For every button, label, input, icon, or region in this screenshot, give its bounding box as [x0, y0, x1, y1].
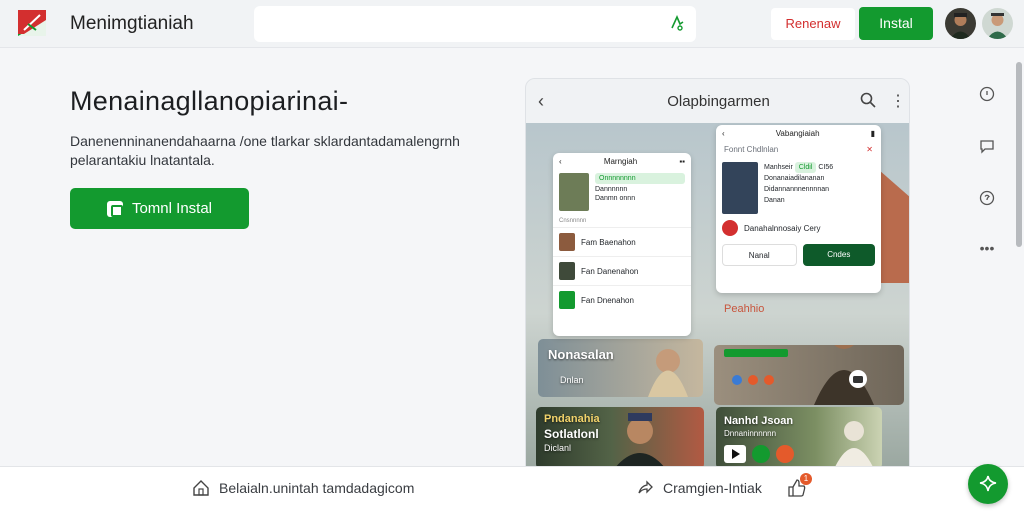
- preview-title: Olapbingarmen: [667, 93, 770, 110]
- chat-list-title: Marngiah: [603, 157, 638, 166]
- featured-tag: Onnnnnnnn: [595, 173, 685, 184]
- reaction-icons: [732, 375, 774, 385]
- chat-icon[interactable]: [979, 138, 995, 154]
- signin-button[interactable]: Renenaw: [771, 8, 855, 40]
- featured-row[interactable]: Onnnnnnnn Dannnnnn Danmn onnn: [553, 171, 691, 215]
- battery-icon: ▮: [870, 129, 875, 138]
- bottom-left-label: Belaialn.unintah tamdadagicom: [219, 480, 415, 496]
- page-title: Menainagllanopiarinai-: [70, 86, 349, 116]
- top-bar: Menimgtianiah Renenaw Instal: [0, 0, 1024, 48]
- primary-button[interactable]: Cndes: [802, 244, 875, 266]
- brand-name[interactable]: Menimgtianiah: [70, 13, 194, 35]
- video-tile-left-top[interactable]: Nonasalan Dnlan: [538, 339, 703, 397]
- bottom-right-label: Cramgien-Intiak: [663, 480, 762, 496]
- tile-line-2b: Dnnaninnnnnn: [724, 429, 777, 438]
- profile-line-1: Donanaiadilananan: [764, 175, 825, 182]
- signal-icon: ▪▪: [679, 157, 685, 166]
- app-preview: ‹ Olapbingarmen ⋮ Nonasalan Dnlan Pndana…: [525, 78, 910, 468]
- featured-line-2: Dannnnnn: [595, 186, 628, 193]
- like-icon[interactable]: [776, 445, 794, 463]
- install-button[interactable]: Instal: [859, 7, 933, 40]
- profile-name: Manhseir: [764, 164, 793, 171]
- avatar-secondary[interactable]: [982, 8, 1013, 39]
- avatar[interactable]: [945, 8, 976, 39]
- bottom-bar: Belaialn.unintah tamdadagicom Cramgien-I…: [0, 466, 1024, 512]
- info-icon[interactable]: [979, 86, 995, 102]
- tile-title: Nonasalan: [548, 347, 614, 362]
- profile-card: ‹ Vabangiaiah ▮ Fonnt Chdlnlan ✕ Manhsei…: [716, 125, 881, 293]
- right-rail: •••: [962, 62, 1012, 462]
- home-icon: [193, 480, 209, 496]
- camera-icon[interactable]: [848, 369, 868, 389]
- hero-install-button[interactable]: Tomnl Instal: [70, 188, 249, 229]
- search-icon[interactable]: [860, 92, 876, 108]
- notice-text: Danahalnnosaiy Cery: [744, 223, 821, 233]
- featured-thumbnail: [559, 173, 589, 211]
- notification-button[interactable]: 1: [786, 473, 812, 499]
- profile-back-icon[interactable]: ‹: [722, 129, 725, 139]
- featured-line-3: Danmn onnn: [595, 195, 636, 202]
- tile-label: Peahhio: [724, 303, 765, 315]
- sparkle-icon: [979, 475, 997, 492]
- notice-row[interactable]: Danahalnnosaiy Cery: [716, 216, 881, 240]
- search-input[interactable]: [254, 6, 696, 42]
- profile-row[interactable]: Manhseir Cldil CI56 Donanaiadilananan Di…: [716, 156, 881, 216]
- bottom-link-right[interactable]: Cramgien-Intiak: [636, 479, 762, 497]
- video-tile-left-bottom[interactable]: Pndanahia Sotlatlonl Diclanl: [536, 407, 704, 467]
- profile-line-3: Danan: [764, 197, 785, 204]
- bottom-link-left[interactable]: Belaialn.unintah tamdadagicom: [192, 479, 414, 497]
- tile-line-3: Diclanl: [544, 443, 572, 453]
- notification-badge: 1: [800, 473, 812, 485]
- section-label: Cnsnnnnn: [559, 218, 587, 224]
- chat-list-card: ‹ Marngiah ▪▪ Onnnnnnnn Dannnnnn Danmn o…: [553, 153, 691, 336]
- floating-action-button[interactable]: [968, 464, 1008, 504]
- more-vertical-icon[interactable]: ⋮: [890, 91, 906, 111]
- row-thumbnail: [559, 233, 575, 251]
- video-tile-right-mid[interactable]: [714, 345, 904, 405]
- list-item[interactable]: Fan Danenahon: [553, 256, 691, 285]
- profile-meta: CI56: [818, 164, 834, 171]
- preview-header: ‹ Olapbingarmen ⋮: [526, 79, 909, 123]
- install-app-icon: [106, 200, 123, 217]
- tile-controls: [724, 445, 794, 463]
- hero-button-label: Tomnl Instal: [131, 200, 213, 217]
- voice-search-icon[interactable]: [668, 14, 686, 32]
- tile-line-1: Pndanahia: [544, 413, 600, 425]
- hero-description: Danenenninanendahaarna /one tlarkar skla…: [70, 133, 460, 168]
- share-arrow-icon: [638, 480, 653, 494]
- list-item[interactable]: Fam Baenahon: [553, 227, 691, 256]
- tile-line-1b: Nanhd Jsoan: [724, 415, 794, 427]
- play-icon[interactable]: [724, 445, 746, 463]
- flag-logo-icon[interactable]: [18, 10, 46, 36]
- share-icon[interactable]: [752, 445, 770, 463]
- close-icon[interactable]: ✕: [866, 145, 873, 154]
- help-icon[interactable]: [979, 190, 995, 206]
- profile-tag: Cldil: [794, 162, 817, 173]
- row-thumbnail: [559, 291, 575, 309]
- list-item[interactable]: Fan Dnenahon: [553, 285, 691, 314]
- progress-bar: [724, 349, 788, 357]
- more-horizontal-icon[interactable]: •••: [979, 240, 995, 256]
- scrollbar[interactable]: [1016, 62, 1022, 247]
- tile-subtitle: Dnlan: [560, 375, 584, 385]
- profile-subtitle: Fonnt Chdlnlan: [724, 145, 779, 154]
- chat-list-back-icon[interactable]: ‹: [559, 157, 562, 167]
- row-label: Fam Baenahon: [581, 237, 636, 247]
- tile-line-2: Sotlatlonl: [544, 427, 599, 441]
- row-label: Fan Dnenahon: [581, 295, 634, 305]
- preview-background: Nonasalan Dnlan Pndanahia Sotlatlonl Dic…: [526, 123, 909, 467]
- profile-card-title: Vabangiaiah: [775, 129, 820, 138]
- profile-line-2: Didannannnennnnan: [764, 186, 830, 193]
- row-thumbnail: [559, 262, 575, 280]
- alert-icon: [722, 220, 738, 236]
- secondary-button[interactable]: Nanal: [722, 244, 797, 266]
- video-tile-right-bottom[interactable]: Nanhd Jsoan Dnnaninnnnnn: [716, 407, 882, 467]
- row-label: Fan Danenahon: [581, 266, 639, 276]
- profile-photo: [722, 162, 758, 214]
